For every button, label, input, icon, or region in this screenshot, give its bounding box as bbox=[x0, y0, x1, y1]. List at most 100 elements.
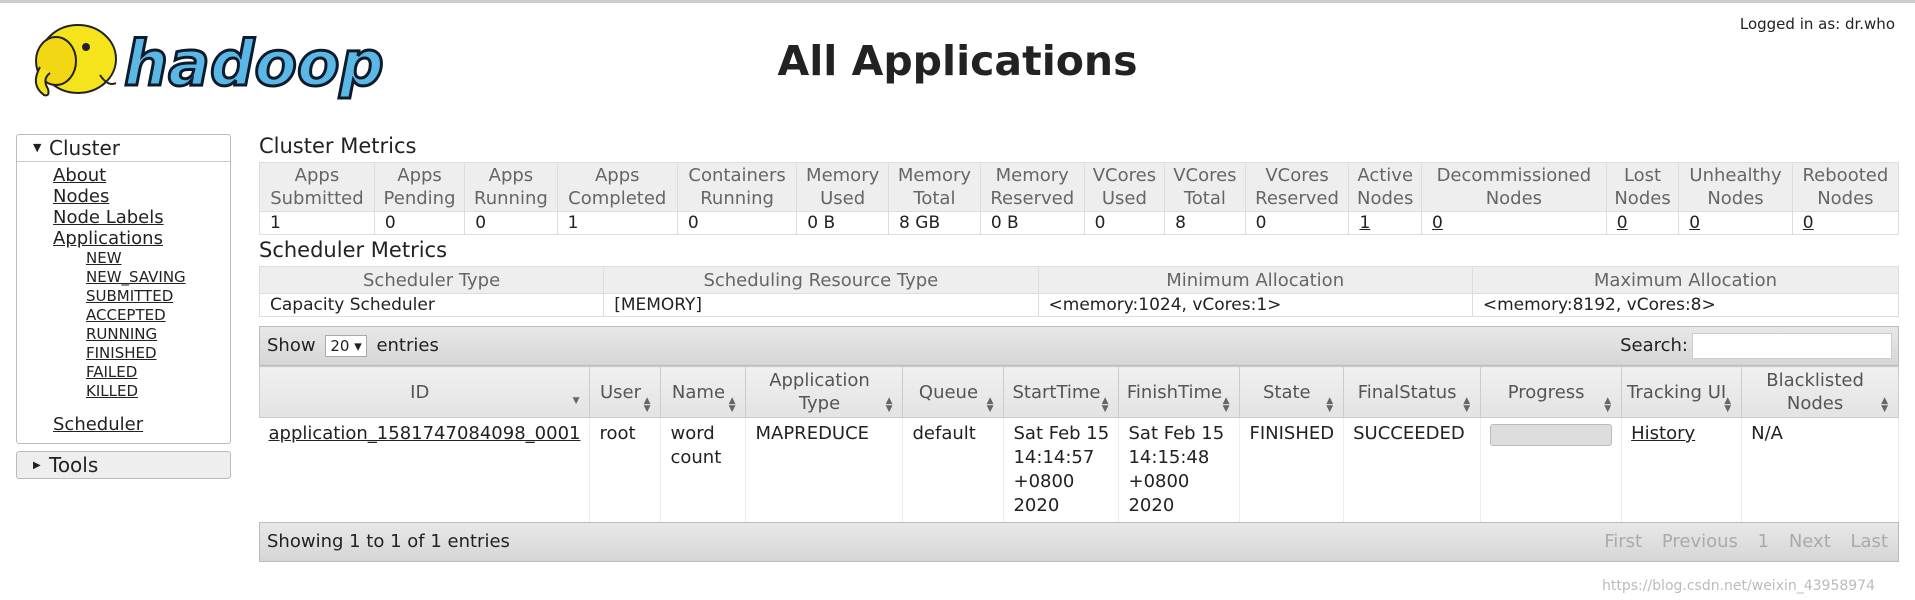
sort-both-icon: ▲ ▼ bbox=[643, 396, 651, 414]
cm-link-active-nodes[interactable]: 1 bbox=[1359, 213, 1370, 233]
cm-header-line: Reserved bbox=[1255, 188, 1339, 209]
sidebar-link-about[interactable]: About bbox=[53, 165, 230, 186]
apps-header-blacklisted-nodes[interactable]: Blacklisted Nodes ▲ ▼ bbox=[1741, 366, 1899, 418]
cluster-panel-header[interactable]: ▼ Cluster bbox=[17, 135, 230, 162]
select-arrow-icon: ▾ bbox=[354, 337, 362, 355]
cm-header-vcores-reserved: VCores Reserved bbox=[1244, 162, 1350, 212]
cm-value-decommissioned-nodes: 0 bbox=[1420, 211, 1607, 235]
apps-header-line: Nodes bbox=[1786, 393, 1844, 414]
search-input[interactable] bbox=[1692, 333, 1892, 359]
sidebar-link-nodes[interactable]: Nodes bbox=[53, 186, 230, 207]
apps-header-tracking-ui[interactable]: Tracking UI ▲ ▼ bbox=[1621, 366, 1743, 418]
sidebar-link-accepted[interactable]: ACCEPTED bbox=[86, 306, 230, 325]
sort-both-icon: ▲ ▼ bbox=[1222, 396, 1230, 414]
cm-link-lost-nodes[interactable]: 0 bbox=[1617, 213, 1628, 233]
sidebar-link-submitted[interactable]: SUBMITTED bbox=[86, 287, 230, 306]
cm-header-unhealthy-nodes: Unhealthy Nodes bbox=[1678, 162, 1793, 212]
cm-header-line: Apps bbox=[488, 165, 534, 186]
cell-name: word count bbox=[660, 417, 747, 522]
apps-header-starttime[interactable]: StartTime ▲ ▼ bbox=[1003, 366, 1120, 418]
cm-value-vcores-total: 8 bbox=[1164, 211, 1246, 235]
page-size-select[interactable]: 20 ▾ bbox=[325, 335, 367, 357]
cell-start-time: Sat Feb 15 14:14:57 +0800 2020 bbox=[1003, 417, 1120, 522]
cm-header-line: Used bbox=[1101, 188, 1147, 209]
apps-header-line: Name bbox=[671, 381, 726, 403]
cm-header-line: Lost bbox=[1623, 165, 1662, 186]
search-control: Search: bbox=[1620, 327, 1892, 365]
sidebar-link-scheduler[interactable]: Scheduler bbox=[53, 414, 230, 435]
tools-panel-header[interactable]: ▶ Tools bbox=[16, 451, 231, 479]
pager-first[interactable]: First bbox=[1604, 531, 1642, 552]
pager-previous[interactable]: Previous bbox=[1662, 531, 1738, 552]
cm-value-vcores-used: 0 bbox=[1083, 211, 1166, 235]
apps-header-line: Queue bbox=[918, 381, 979, 403]
sidebar-link-failed[interactable]: FAILED bbox=[86, 363, 230, 382]
cm-link-decommissioned-nodes[interactable]: 0 bbox=[1432, 213, 1443, 233]
tracking-ui-link[interactable]: History bbox=[1631, 423, 1695, 444]
sm-max-allocation: <memory:8192, vCores:8> bbox=[1471, 293, 1900, 317]
apps-header-name[interactable]: Name ▲ ▼ bbox=[660, 366, 747, 418]
apps-header-user[interactable]: User ▲ ▼ bbox=[589, 366, 662, 418]
apps-header-application-type[interactable]: Application Type ▲ ▼ bbox=[745, 366, 904, 418]
sidebar-link-node-labels[interactable]: Node Labels bbox=[53, 207, 230, 228]
cm-header-line: VCores bbox=[1092, 165, 1157, 186]
cluster-panel: ▼ Cluster About Nodes Node Labels Applic… bbox=[16, 134, 231, 444]
sidebar-link-finished[interactable]: FINISHED bbox=[86, 344, 230, 363]
apps-header-finalstatus[interactable]: FinalStatus ▲ ▼ bbox=[1343, 366, 1482, 418]
sm-header-resource-type: Scheduling Resource Type bbox=[603, 266, 1039, 294]
cm-value-memory-used: 0 B bbox=[796, 211, 890, 235]
pager-page-1[interactable]: 1 bbox=[1758, 531, 1769, 552]
sort-both-icon: ▲ ▼ bbox=[885, 396, 893, 414]
page-size-value: 20 bbox=[330, 337, 350, 355]
cm-header-line: Total bbox=[1183, 188, 1226, 209]
apps-header-id[interactable]: ID ▼ bbox=[258, 366, 591, 418]
cm-value-apps-completed: 1 bbox=[556, 211, 678, 235]
sm-header-max-allocation: Maximum Allocation bbox=[1471, 266, 1900, 294]
apps-header-line: User bbox=[599, 381, 641, 403]
pager-next[interactable]: Next bbox=[1789, 531, 1831, 552]
apps-header-line: StartTime bbox=[1012, 381, 1101, 403]
logged-in-user: Logged in as: dr.who bbox=[1739, 15, 1895, 33]
cm-header-line: Apps bbox=[294, 165, 340, 186]
sidebar-link-applications[interactable]: Applications bbox=[53, 228, 230, 249]
cell-queue: default bbox=[902, 417, 1005, 522]
cm-value-vcores-reserved: 0 bbox=[1244, 211, 1350, 235]
sm-header-scheduler-type: Scheduler Type bbox=[258, 266, 605, 294]
cm-value-apps-pending: 0 bbox=[373, 211, 466, 235]
cm-value-unhealthy-nodes: 0 bbox=[1678, 211, 1793, 235]
cm-link-unhealthy-nodes[interactable]: 0 bbox=[1689, 213, 1700, 233]
sidebar-link-new-saving[interactable]: NEW_SAVING bbox=[86, 268, 230, 287]
showing-info: Showing 1 to 1 of 1 entries bbox=[267, 531, 510, 552]
apps-header-finishtime[interactable]: FinishTime ▲ ▼ bbox=[1118, 366, 1241, 418]
cluster-metrics-table: Apps Submitted Apps Pending Apps Running Apps C… bbox=[259, 162, 1900, 235]
cm-link-rebooted-nodes[interactable]: 0 bbox=[1803, 213, 1814, 233]
cm-header-line: Nodes bbox=[1485, 188, 1543, 209]
table-row[interactable]: application_1581747084098_0001 root word c… bbox=[259, 417, 1899, 522]
apps-header-progress[interactable]: Progress ▲ ▼ bbox=[1480, 366, 1623, 418]
cell-finish-time: Sat Feb 15 14:15:48 +0800 2020 bbox=[1118, 417, 1241, 522]
sidebar-link-running[interactable]: RUNNING bbox=[86, 325, 230, 344]
pager-last[interactable]: Last bbox=[1851, 531, 1889, 552]
cm-header-line: VCores bbox=[1265, 165, 1329, 186]
sm-resource-type: [MEMORY] bbox=[603, 293, 1039, 317]
cm-header-memory-used: Memory Used bbox=[796, 162, 890, 212]
cm-value-containers-running: 0 bbox=[676, 211, 798, 235]
apps-header-queue[interactable]: Queue ▲ ▼ bbox=[902, 366, 1005, 418]
cm-header-apps-pending: Apps Pending bbox=[373, 162, 466, 212]
cm-value-memory-total: 8 GB bbox=[888, 211, 981, 235]
application-id-link[interactable]: application_1581747084098_0001 bbox=[269, 423, 581, 444]
sort-both-icon: ▲ ▼ bbox=[1881, 396, 1888, 414]
apps-header-line: State bbox=[1262, 381, 1311, 403]
watermark: https://blog.csdn.net/weixin_43958974 bbox=[1601, 578, 1875, 594]
sidebar-link-new[interactable]: NEW bbox=[86, 249, 230, 268]
cell-app-type: MAPREDUCE bbox=[745, 417, 904, 522]
apps-header-state[interactable]: State ▲ ▼ bbox=[1239, 366, 1345, 418]
sidebar-link-killed[interactable]: KILLED bbox=[86, 382, 230, 401]
cm-header-apps-running: Apps Running bbox=[464, 162, 558, 212]
cm-header-memory-total: Memory Total bbox=[888, 162, 981, 212]
cm-header-line: Nodes bbox=[1707, 188, 1764, 209]
cell-final-status: SUCCEEDED bbox=[1343, 417, 1482, 522]
apps-header-line: Progress bbox=[1507, 381, 1585, 403]
apps-header-line: Tracking UI bbox=[1627, 381, 1727, 403]
cluster-metrics-title: Cluster Metrics bbox=[259, 134, 417, 158]
